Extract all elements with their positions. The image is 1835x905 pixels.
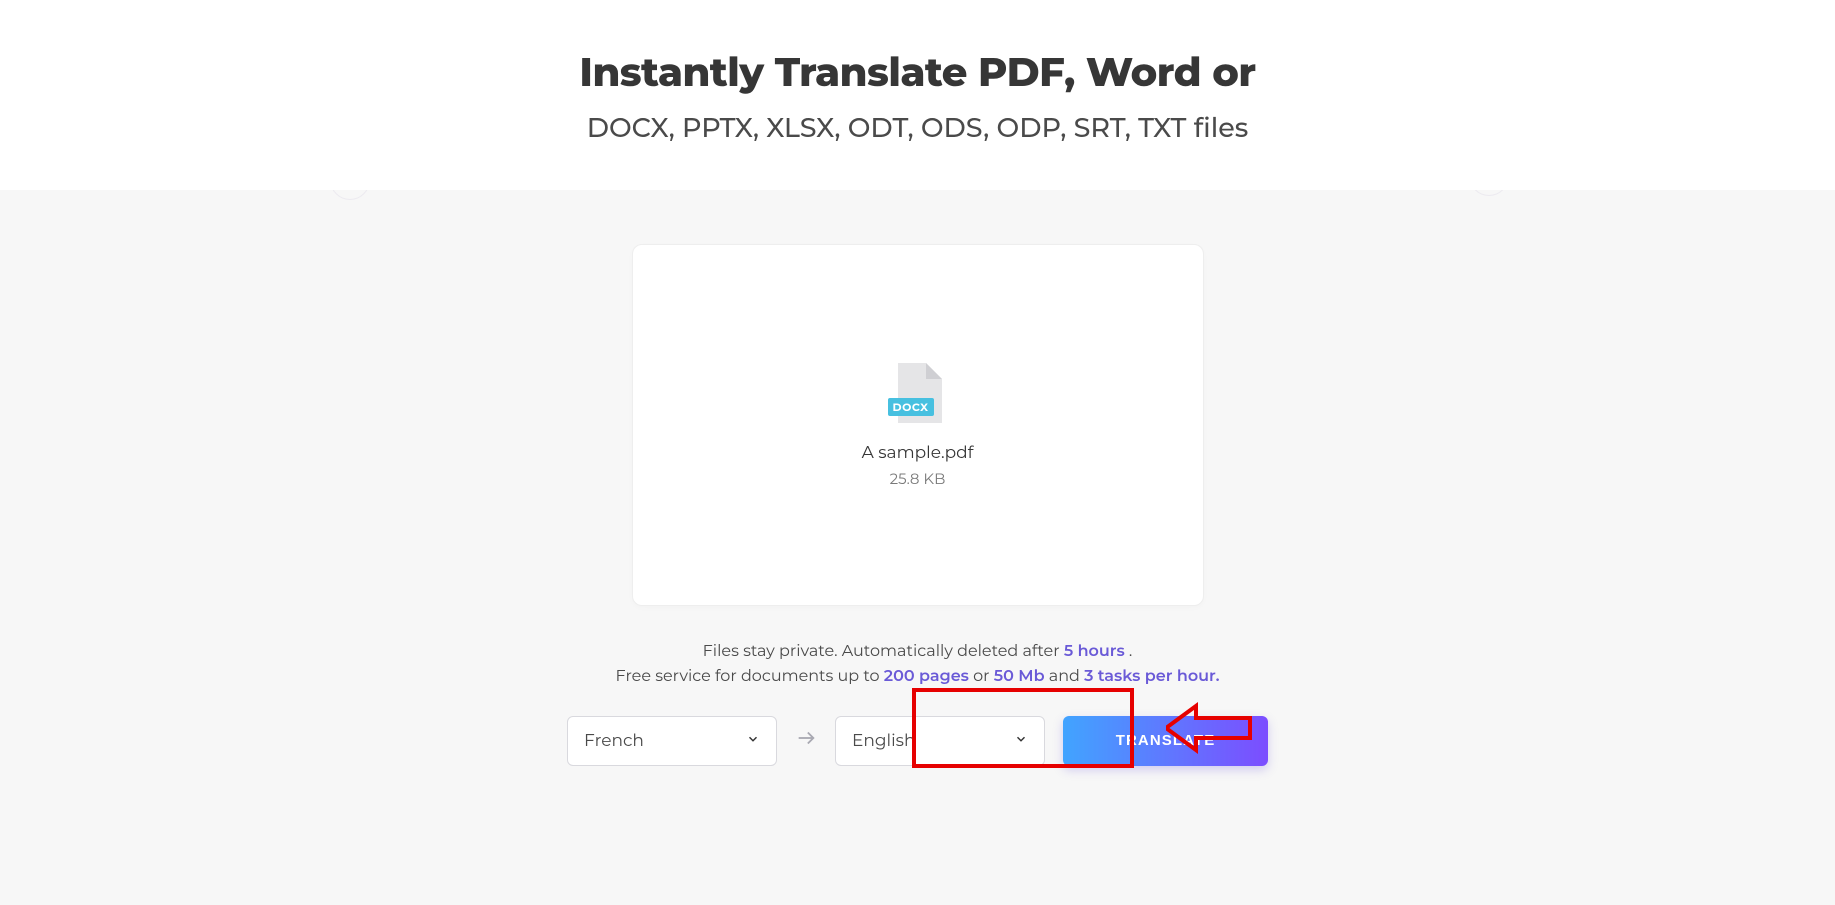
- main-panel: DOCX A sample.pdf 25.8 KB Files stay pri…: [0, 190, 1835, 905]
- file-name: A sample.pdf: [862, 443, 974, 463]
- notice-hours: 5 hours: [1064, 642, 1125, 661]
- source-language-value: French: [584, 731, 644, 751]
- target-language-value: English: [852, 731, 915, 751]
- notice-line1-c: .: [1125, 642, 1133, 661]
- annotation-arrow-icon: [1166, 700, 1254, 756]
- file-type-badge: DOCX: [888, 398, 934, 416]
- notice-line2-a: Free service for documents up to: [616, 667, 884, 686]
- notice-tasks: 3 tasks per hour.: [1084, 667, 1219, 686]
- notice-pages: 200 pages: [884, 667, 969, 686]
- header: Instantly Translate PDF, Word or DOCX, P…: [0, 0, 1835, 190]
- page-subtitle: DOCX, PPTX, XLSX, ODT, ODS, ODP, SRT, TX…: [0, 111, 1835, 144]
- chevron-down-icon: [746, 731, 760, 751]
- file-icon: DOCX: [894, 363, 942, 423]
- file-size: 25.8 KB: [890, 469, 946, 488]
- notice-line2-c: or: [969, 667, 994, 686]
- notice-line1-a: Files stay private. Automatically delete…: [703, 642, 1064, 661]
- annotation-box: [912, 688, 1134, 768]
- arrow-right-icon: [795, 727, 817, 755]
- notice-mb: 50 Mb: [994, 667, 1045, 686]
- notice-text: Files stay private. Automatically delete…: [0, 640, 1835, 690]
- notice-line2-e: and: [1045, 667, 1085, 686]
- page-title: Instantly Translate PDF, Word or: [0, 48, 1835, 97]
- upload-card[interactable]: DOCX A sample.pdf 25.8 KB: [632, 244, 1204, 606]
- source-language-select[interactable]: French: [567, 716, 777, 766]
